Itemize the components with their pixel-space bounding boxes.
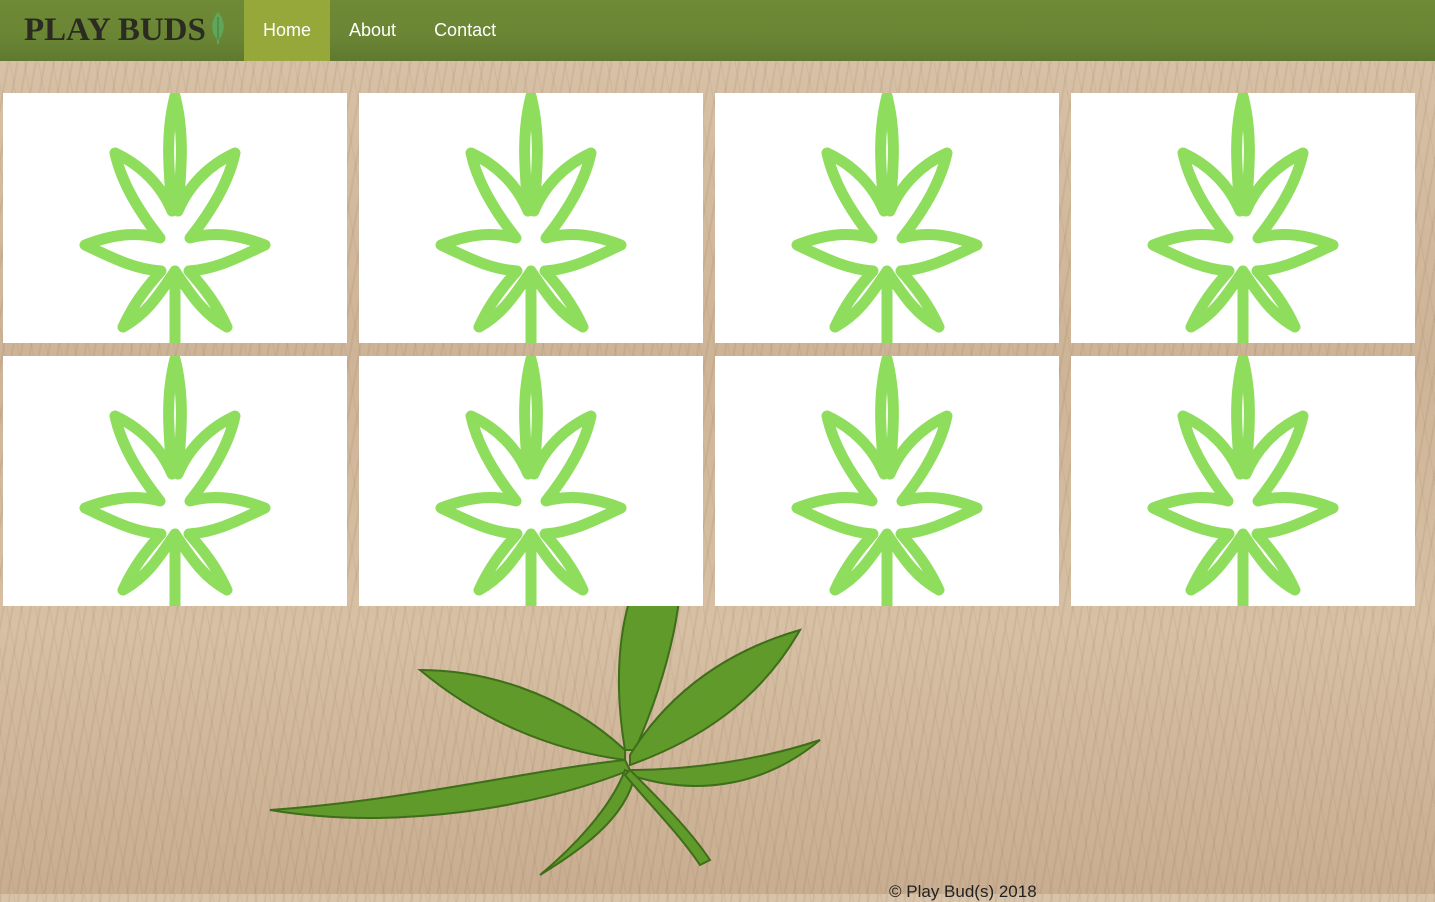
brand-logo[interactable]: PLAY BUDS (0, 0, 244, 61)
grid-card[interactable] (1071, 93, 1415, 343)
cannabis-leaf-icon (1113, 93, 1373, 343)
cannabis-leaf-icon (1113, 356, 1373, 606)
grid-card[interactable] (1071, 356, 1415, 606)
cannabis-leaf-icon (45, 356, 305, 606)
grid-card[interactable] (3, 93, 347, 343)
leaf-icon (210, 11, 226, 50)
card-grid (3, 93, 1415, 606)
top-navbar: PLAY BUDS Home About Contact (0, 0, 1435, 61)
nav-about[interactable]: About (330, 0, 415, 61)
grid-card[interactable] (359, 356, 703, 606)
cannabis-leaf-icon (757, 356, 1017, 606)
cannabis-leaf-icon (45, 93, 305, 343)
brand-name: PLAY BUDS (24, 12, 206, 48)
cannabis-leaf-icon (401, 356, 661, 606)
nav-contact[interactable]: Contact (415, 0, 515, 61)
grid-card[interactable] (359, 93, 703, 343)
cannabis-leaf-icon (757, 93, 1017, 343)
grid-card[interactable] (3, 356, 347, 606)
cannabis-leaf-icon (401, 93, 661, 343)
grid-card[interactable] (715, 93, 1059, 343)
nav-home[interactable]: Home (244, 0, 331, 61)
footer-copyright: © Play Bud(s) 2018 (889, 882, 1037, 901)
grid-card[interactable] (715, 356, 1059, 606)
